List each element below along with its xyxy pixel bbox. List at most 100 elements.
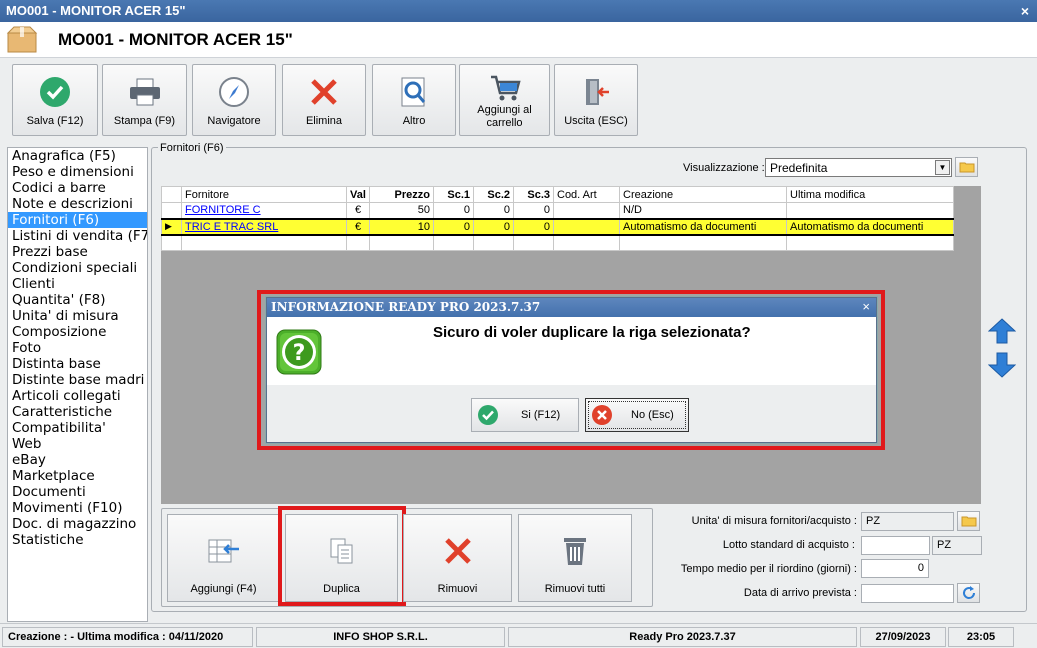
add-row-button[interactable]: Aggiungi (F4) (167, 514, 280, 602)
window-close-button[interactable]: × (1021, 3, 1029, 19)
table-header-row: Fornitore Val Prezzo Sc.1 Sc.2 Sc.3 Cod.… (161, 186, 954, 203)
folder-button[interactable] (955, 157, 978, 177)
uom-folder-button[interactable] (957, 511, 980, 531)
dialog-close-button[interactable]: × (862, 299, 870, 314)
arrow-up-icon (988, 318, 1016, 344)
uom-field[interactable]: PZ (861, 512, 954, 531)
table-row-empty[interactable] (161, 234, 954, 251)
lot-field[interactable] (861, 536, 930, 555)
add-to-cart-button[interactable]: Aggiungi al carrello (459, 64, 550, 136)
sidebar-item-doc-magazzino[interactable]: Doc. di magazzino (8, 516, 147, 532)
sidebar-item-codici[interactable]: Codici a barre (8, 180, 147, 196)
chevron-down-icon[interactable]: ▼ (935, 160, 950, 175)
col-sc3[interactable]: Sc.3 (513, 186, 554, 203)
sidebar-item-fornitori[interactable]: Fornitori (F6) (8, 212, 147, 228)
sidebar-item-unita[interactable]: Unita' di misura (8, 308, 147, 324)
table-cell: 0 (513, 202, 554, 219)
lot-unit-field: PZ (932, 536, 982, 555)
yes-label: Si (F12) (521, 409, 561, 421)
red-x-icon (311, 79, 337, 105)
no-button[interactable]: No (Esc) (585, 398, 689, 432)
col-creazione[interactable]: Creazione (619, 186, 787, 203)
toolbar: Salva (F12) Stampa (F9) Navigatore Elimi… (0, 58, 1037, 140)
sidebar-item-compatibilita[interactable]: Compatibilita' (8, 420, 147, 436)
sidebar-item-web[interactable]: Web (8, 436, 147, 452)
sidebar-item-note[interactable]: Note e descrizioni (8, 196, 147, 212)
table-cell (786, 202, 954, 219)
remove-button[interactable]: Rimuovi (403, 514, 512, 602)
add-row-label: Aggiungi (F4) (190, 583, 257, 595)
exit-button[interactable]: Uscita (ESC) (554, 64, 638, 136)
compass-icon (219, 77, 249, 107)
sidebar-item-quantita[interactable]: Quantita' (F8) (8, 292, 147, 308)
col-prezzo[interactable]: Prezzo (369, 186, 434, 203)
sidebar-item-distinte-madri[interactable]: Distinte base madri (8, 372, 147, 388)
view-label: Visualizzazione : (683, 162, 765, 174)
exit-door-icon (586, 79, 609, 105)
move-up-button[interactable] (986, 316, 1018, 346)
save-label: Salva (F12) (26, 115, 84, 127)
move-down-button[interactable] (986, 350, 1018, 380)
sidebar-item-documenti[interactable]: Documenti (8, 484, 147, 500)
sidebar-item-statistiche[interactable]: Statistiche (8, 532, 147, 548)
print-button[interactable]: Stampa (F9) (102, 64, 187, 136)
sidebar-item-listini[interactable]: Listini di vendita (F7 (8, 228, 147, 244)
arrival-date-field[interactable] (861, 584, 954, 603)
supplier-link[interactable]: TRIC E TRAC SRL (185, 221, 278, 233)
col-sc2[interactable]: Sc.2 (473, 186, 514, 203)
other-button[interactable]: Altro (372, 64, 456, 136)
refresh-button[interactable] (957, 583, 980, 603)
add-row-icon (208, 539, 239, 563)
lead-time-label: Tempo medio per il riordino (giorni) : (680, 563, 857, 575)
col-val[interactable]: Val (346, 186, 370, 203)
sidebar-item-prezzi-base[interactable]: Prezzi base (8, 244, 147, 260)
col-sc1[interactable]: Sc.1 (433, 186, 474, 203)
page-title: MO001 - MONITOR ACER 15" (58, 30, 293, 49)
yes-button[interactable]: Si (F12) (471, 398, 579, 432)
col-ultima-modifica[interactable]: Ultima modifica (786, 186, 954, 203)
sidebar-item-peso[interactable]: Peso e dimensioni (8, 164, 147, 180)
print-label: Stampa (F9) (113, 115, 176, 127)
table-cell (553, 202, 620, 219)
sidebar-item-condizioni[interactable]: Condizioni speciali (8, 260, 147, 276)
printer-icon (129, 78, 160, 106)
sidebar-item-clienti[interactable]: Clienti (8, 276, 147, 292)
col-fornitore[interactable]: Fornitore (181, 186, 347, 203)
suppliers-group-title: Fornitori (F6) (158, 142, 226, 154)
status-created: Creazione : - Ultima modifica : 04/11/20… (2, 627, 253, 647)
view-select-value: Predefinita (770, 161, 828, 175)
view-select[interactable]: Predefinita ▼ (765, 158, 952, 177)
sidebar-item-anagrafica[interactable]: Anagrafica (F5) (8, 148, 147, 164)
sidebar-item-movimenti[interactable]: Movimenti (F10) (8, 500, 147, 516)
uom-label: Unita' di misura fornitori/acquisto : (691, 515, 857, 527)
navigator-button[interactable]: Navigatore (192, 64, 276, 136)
supplier-link[interactable]: FORNITORE C (185, 204, 261, 216)
highlight-frame (278, 506, 406, 606)
sidebar-item-distinta[interactable]: Distinta base (8, 356, 147, 372)
lead-time-field[interactable]: 0 (861, 559, 929, 578)
table-row-selected[interactable]: ▶ TRIC E TRAC SRL € 10 0 0 0 Automatismo… (161, 217, 954, 236)
row-indicator-icon: ▶ (161, 217, 182, 236)
question-icon: ? (276, 329, 322, 375)
x-circle-icon (592, 405, 612, 425)
delete-button[interactable]: Elimina (282, 64, 366, 136)
cart-label-line2: carrello (486, 117, 523, 129)
sidebar-item-foto[interactable]: Foto (8, 340, 147, 356)
sidebar-item-composizione[interactable]: Composizione (8, 324, 147, 340)
sidebar-item-marketplace[interactable]: Marketplace (8, 468, 147, 484)
remove-label: Rimuovi (437, 583, 478, 595)
table-cell: 0 (473, 217, 514, 236)
sidebar-item-articoli[interactable]: Articoli collegati (8, 388, 147, 404)
table-row[interactable]: FORNITORE C € 50 0 0 0 N/D (161, 202, 954, 219)
sidebar-item-ebay[interactable]: eBay (8, 452, 147, 468)
table-cell: € (346, 217, 370, 236)
no-label: No (Esc) (631, 409, 674, 421)
col-cod-art[interactable]: Cod. Art (553, 186, 620, 203)
lot-label: Lotto standard di acquisto : (722, 539, 855, 551)
remove-all-button[interactable]: Rimuovi tutti (518, 514, 632, 602)
product-header: MO001 - MONITOR ACER 15" (0, 22, 1037, 58)
save-button[interactable]: Salva (F12) (12, 64, 98, 136)
status-company: INFO SHOP S.R.L. (256, 627, 505, 647)
sidebar-item-caratteristiche[interactable]: Caratteristiche (8, 404, 147, 420)
confirm-dialog: INFORMAZIONE READY PRO 2023.7.37 × ? Sic… (266, 297, 877, 443)
